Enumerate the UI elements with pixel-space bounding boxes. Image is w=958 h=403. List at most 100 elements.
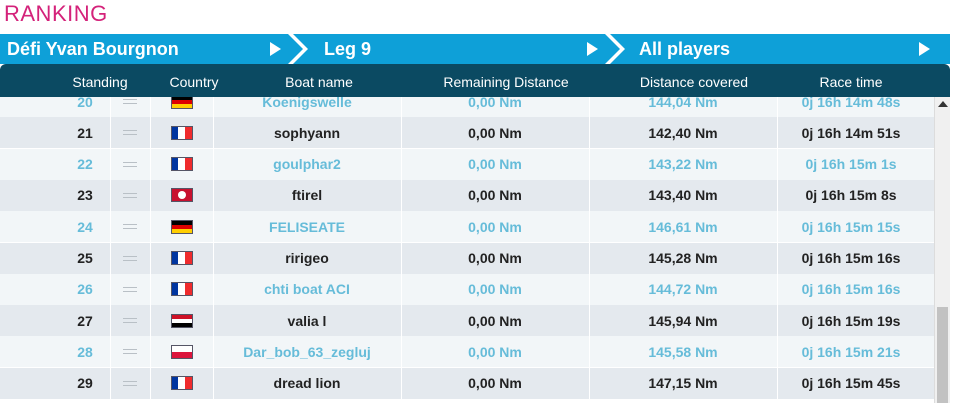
country-flag-icon: [170, 282, 193, 297]
scrollbar-thumb[interactable]: [937, 307, 948, 403]
table-header: Standing Country Boat name Remaining Dis…: [0, 64, 950, 97]
standing-cell: 22: [77, 156, 93, 173]
table-row[interactable]: 20 Koenigswelle 0,00 Nm 144,04 Nm 0j 16h 14m…: [0, 97, 934, 117]
table-scrollbar[interactable]: [934, 97, 950, 403]
boat-name-cell[interactable]: Koenigswelle: [213, 97, 401, 117]
country-flag-icon: [170, 251, 193, 265]
country-cell: [150, 243, 213, 274]
remaining-distance-cell: 0,00 Nm: [468, 218, 522, 235]
race-time-cell: 0j 16h 15m 8s: [805, 187, 897, 204]
distance-covered-cell: 143,22 Nm: [648, 156, 718, 173]
trend-cell: [110, 305, 150, 336]
boat-name-cell[interactable]: goulphar2: [213, 149, 401, 180]
distance-covered-cell: 144,04 Nm: [648, 97, 718, 110]
position-unchanged-icon: [123, 99, 137, 104]
boat-name-cell[interactable]: Dar_bob_63_zegluj: [213, 336, 401, 367]
standing-cell: 27: [77, 312, 93, 329]
players-play-icon[interactable]: [919, 42, 930, 56]
boat-name-cell[interactable]: dread lion: [213, 368, 401, 399]
race-time-cell: 0j 16h 15m 16s: [801, 281, 901, 298]
standing-cell: 20: [77, 97, 93, 110]
country-flag-icon: [170, 188, 193, 203]
race-time-cell: 0j 16h 15m 1s: [805, 156, 897, 173]
table-row[interactable]: 21 sophyann 0,00 Nm 142,40 Nm 0j 16h 14m 51s: [0, 117, 934, 149]
trend-cell: [110, 243, 150, 274]
table-row[interactable]: 22 goulphar2 0,00 Nm 143,22 Nm 0j 16h 15m 1s: [0, 148, 934, 180]
remaining-distance-cell: 0,00 Nm: [468, 187, 522, 204]
country-cell: [150, 149, 213, 180]
country-flag-icon: [170, 125, 193, 140]
column-race-time[interactable]: Race time: [776, 64, 926, 97]
trend-cell: [110, 274, 150, 305]
position-unchanged-icon: [123, 130, 137, 136]
race-time-cell: 0j 16h 15m 45s: [801, 375, 901, 392]
country-cell: [150, 368, 213, 399]
race-time-cell: 0j 16h 14m 51s: [801, 124, 901, 141]
table-row[interactable]: 27 valia l 0,00 Nm 145,94 Nm 0j 16h 15m 19s: [0, 305, 934, 337]
boat-name-cell[interactable]: sophyann: [213, 117, 401, 148]
distance-covered-cell: 144,72 Nm: [648, 281, 718, 298]
position-unchanged-icon: [123, 349, 137, 355]
table-row[interactable]: 24 FELISEATE 0,00 Nm 146,61 Nm 0j 16h 15m 15…: [0, 211, 934, 243]
scroll-up-arrow-icon[interactable]: [938, 101, 948, 107]
column-standing[interactable]: Standing: [60, 64, 140, 97]
race-time-cell: 0j 16h 14m 48s: [801, 97, 901, 110]
boat-name-cell[interactable]: valia l: [213, 305, 401, 336]
table-row[interactable]: 26 chti boat ACI 0,00 Nm 144,72 Nm 0j 16h 15…: [0, 273, 934, 305]
leg-play-icon[interactable]: [587, 42, 598, 56]
race-time-cell: 0j 16h 15m 16s: [801, 250, 901, 266]
boat-name-cell[interactable]: ftirel: [213, 180, 401, 211]
standing-cell: 24: [77, 218, 93, 235]
breadcrumb-players[interactable]: All players: [639, 34, 730, 64]
standing-cell: 28: [77, 343, 93, 360]
remaining-distance-cell: 0,00 Nm: [468, 156, 522, 173]
trend-cell: [110, 336, 150, 367]
table-row[interactable]: 25 ririgeo 0,00 Nm 145,28 Nm 0j 16h 15m 16s: [0, 242, 934, 274]
remaining-distance-cell: 0,00 Nm: [468, 281, 522, 298]
position-unchanged-icon: [123, 255, 137, 261]
boat-name-cell[interactable]: chti boat ACI: [213, 274, 401, 305]
column-distance-covered[interactable]: Distance covered: [600, 64, 788, 97]
position-unchanged-icon: [123, 286, 137, 292]
race-time-cell: 0j 16h 15m 19s: [801, 312, 901, 329]
distance-covered-cell: 142,40 Nm: [648, 124, 718, 141]
country-flag-icon: [170, 376, 193, 391]
trend-cell: [110, 211, 150, 242]
position-unchanged-icon: [123, 224, 137, 230]
remaining-distance-cell: 0,00 Nm: [468, 250, 522, 266]
country-flag-icon: [170, 157, 193, 172]
position-unchanged-icon: [123, 318, 137, 324]
boat-name-cell[interactable]: ririgeo: [213, 243, 401, 274]
distance-covered-cell: 146,61 Nm: [648, 218, 718, 235]
boat-name-cell[interactable]: FELISEATE: [213, 211, 401, 242]
remaining-distance-cell: 0,00 Nm: [468, 375, 522, 392]
distance-covered-cell: 145,28 Nm: [648, 250, 718, 266]
ranking-table-body: 20 Koenigswelle 0,00 Nm 144,04 Nm 0j 16h 14m…: [0, 97, 934, 403]
country-flag-icon: [170, 97, 193, 109]
page-title: RANKING: [4, 1, 108, 26]
remaining-distance-cell: 0,00 Nm: [468, 124, 522, 141]
country-flag-icon: [170, 219, 193, 234]
country-flag-icon: [170, 344, 193, 359]
country-cell: [150, 305, 213, 336]
position-unchanged-icon: [123, 192, 137, 198]
table-row[interactable]: 29 dread lion 0,00 Nm 147,15 Nm 0j 16h 15m 4…: [0, 367, 934, 399]
country-cell: [150, 211, 213, 242]
country-cell: [150, 117, 213, 148]
race-time-cell: 0j 16h 15m 21s: [801, 343, 901, 360]
table-row[interactable]: 28 Dar_bob_63_zegluj 0,00 Nm 145,58 Nm 0j 16…: [0, 336, 934, 368]
country-cell: [150, 274, 213, 305]
distance-covered-cell: 143,40 Nm: [648, 187, 718, 204]
column-country[interactable]: Country: [150, 64, 238, 97]
breadcrumb-leg[interactable]: Leg 9: [324, 34, 371, 64]
breadcrumb: Défi Yvan Bourgnon Leg 9 All players: [0, 34, 950, 64]
race-play-icon[interactable]: [270, 42, 281, 56]
table-row[interactable]: 23 ftirel 0,00 Nm 143,40 Nm 0j 16h 15m 8s: [0, 179, 934, 211]
column-remaining-distance[interactable]: Remaining Distance: [422, 64, 590, 97]
race-time-cell: 0j 16h 15m 15s: [801, 218, 901, 235]
column-boat-name[interactable]: Boat name: [230, 64, 408, 97]
position-unchanged-icon: [123, 380, 137, 386]
standing-cell: 26: [77, 281, 93, 298]
breadcrumb-race[interactable]: Défi Yvan Bourgnon: [7, 34, 179, 64]
remaining-distance-cell: 0,00 Nm: [468, 97, 522, 110]
